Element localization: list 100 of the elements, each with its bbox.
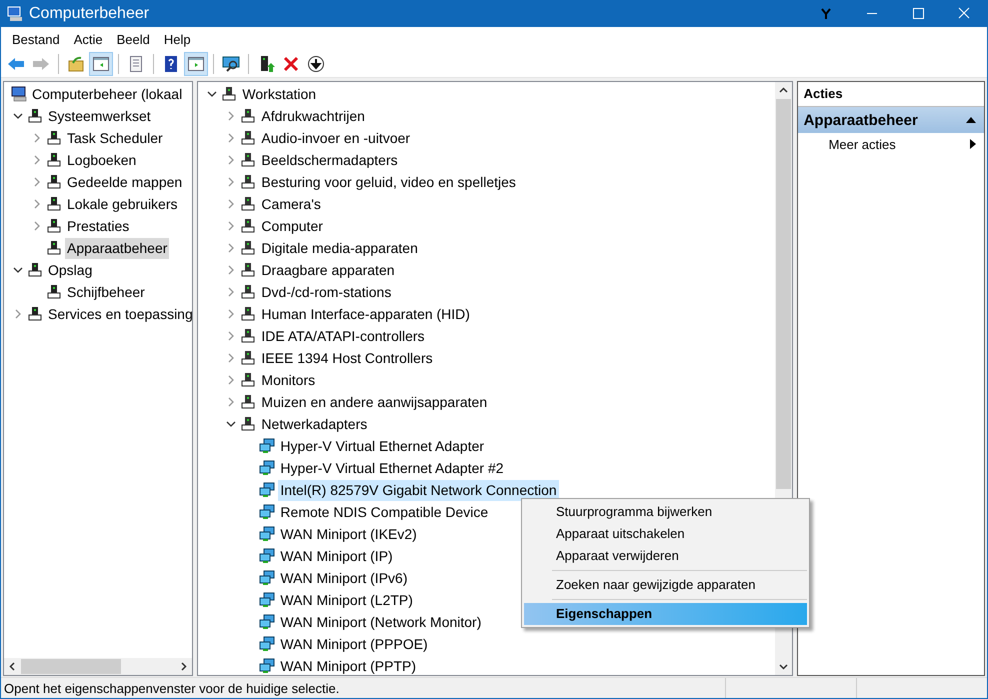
network-icon [259, 482, 276, 498]
collapse-arrow-icon[interactable] [966, 117, 976, 123]
tree-item[interactable]: Systeemwerkset [46, 106, 153, 126]
tree-item[interactable]: WAN Miniport (PPPOE) [278, 634, 430, 654]
window-panel-icon [187, 55, 205, 73]
tree-item[interactable]: Schijfbeheer [65, 282, 147, 302]
tree-item[interactable]: Computer [259, 216, 325, 236]
device-icon [240, 306, 256, 322]
device-icon [221, 86, 238, 102]
tree-item[interactable]: Computerbeheer (lokaal [30, 84, 184, 104]
tree-item[interactable]: WAN Miniport (IPv6) [278, 568, 410, 588]
console-tree-button[interactable] [89, 52, 113, 76]
tree-item[interactable]: Audio-invoer en -uitvoer [259, 128, 412, 148]
device-icon [240, 284, 256, 300]
device-icon [240, 262, 256, 278]
tree-item[interactable]: Hyper-V Virtual Ethernet Adapter [278, 436, 486, 456]
section-title: Apparaatbeheer [804, 112, 918, 128]
tree-item[interactable]: Opslag [46, 260, 94, 280]
tree-item[interactable]: WAN Miniport (L2TP) [278, 590, 415, 610]
device-icon [240, 394, 256, 410]
tree-item[interactable]: Task Scheduler [65, 128, 165, 148]
tree-item[interactable]: Workstation [240, 84, 318, 104]
device-icon [240, 218, 256, 234]
menu-item[interactable]: Stuurprogramma bijwerken [524, 501, 807, 523]
menu-item[interactable]: Help [156, 32, 198, 46]
tree-item[interactable]: Prestaties [65, 216, 132, 236]
magnifier-icon [222, 55, 240, 73]
device-icon [46, 284, 62, 300]
horizontal-scrollbar[interactable] [4, 658, 192, 675]
device-icon [27, 108, 43, 124]
network-icon [259, 570, 276, 586]
device-icon [46, 174, 62, 190]
device-icon [46, 218, 62, 234]
device-icon [46, 240, 62, 256]
tree-item[interactable]: Camera's [259, 194, 323, 214]
computer-icon [11, 86, 27, 102]
menu-item[interactable]: Zoeken naar gewijzigde apparaten [524, 574, 807, 596]
tree-item[interactable]: Apparaatbeheer [65, 238, 170, 258]
device-icon [27, 262, 43, 278]
tree-item[interactable]: Intel(R) 82579V Gigabit Network Connection [278, 480, 559, 500]
device-icon [240, 174, 256, 190]
device-icon [240, 328, 256, 344]
right-arrow-icon [32, 55, 50, 73]
device-icon [46, 152, 62, 168]
tree-item[interactable]: Netwerkadapters [259, 414, 370, 434]
tree-item[interactable]: WAN Miniport (IP) [278, 546, 395, 566]
tree-item[interactable]: Muizen en andere aanwijsapparaten [259, 392, 490, 412]
action-link[interactable]: Meer acties [828, 136, 896, 152]
tree-item[interactable]: Besturing voor geluid, video en spelletjes [259, 172, 518, 192]
device-icon [240, 130, 256, 146]
device-icon [240, 240, 256, 256]
computer-icon [7, 6, 23, 22]
network-icon [259, 592, 276, 608]
tree-item[interactable]: Hyper-V Virtual Ethernet Adapter #2 [278, 458, 506, 478]
tree-item[interactable]: WAN Miniport (Network Monitor) [278, 612, 484, 632]
left-arrow-icon [7, 55, 25, 73]
help-icon [162, 55, 180, 73]
menu-item[interactable]: Eigenschappen [524, 603, 807, 625]
tree-item[interactable]: Gedeelde mappen [65, 172, 184, 192]
device-icon [240, 196, 256, 212]
tree-item[interactable]: Monitors [259, 370, 318, 390]
tree-item[interactable]: Services en toepassing [46, 304, 192, 324]
tree-item[interactable]: Dvd-/cd-rom-stations [259, 282, 394, 302]
device-icon [240, 108, 256, 124]
menu-item[interactable]: Apparaat verwijderen [524, 545, 807, 567]
tree-item[interactable]: Beeldschermadapters [259, 150, 400, 170]
menu-item[interactable]: Bestand [5, 32, 67, 46]
device-icon [46, 196, 62, 212]
action-pane-button[interactable] [184, 52, 208, 76]
menu-item[interactable]: Actie [66, 32, 110, 46]
menu-item[interactable]: Beeld [110, 32, 157, 46]
device-icon [240, 416, 256, 432]
tree-item[interactable]: Afdrukwachtrijen [259, 106, 367, 126]
tree-item[interactable]: WAN Miniport (PPTP) [278, 656, 418, 675]
network-icon [259, 614, 276, 630]
document-icon [127, 55, 145, 73]
window-title: Computerbeheer [29, 4, 150, 22]
tree-item[interactable]: WAN Miniport (IKEv2) [278, 524, 419, 544]
delete-icon [282, 55, 300, 73]
tree-item[interactable]: Human Interface-apparaten (HID) [259, 304, 472, 324]
device-icon [46, 130, 62, 146]
device-icon [27, 306, 43, 322]
status-text: Opent het eigenschappenvenster voor de huidige selectie. [3, 680, 340, 696]
network-icon [259, 438, 276, 454]
tree-item[interactable]: Remote NDIS Compatible Device [278, 502, 490, 522]
tree-item[interactable]: IDE ATA/ATAPI-controllers [259, 326, 427, 346]
tree-item[interactable]: IEEE 1394 Host Controllers [259, 348, 435, 368]
folder-icon [67, 55, 85, 73]
device-icon [240, 152, 256, 168]
tree-item[interactable]: Logboeken [65, 150, 138, 170]
window-panel-icon [92, 55, 110, 73]
network-icon [259, 636, 276, 652]
device-icon [240, 372, 256, 388]
section-header[interactable]: Apparaatbeheer [798, 107, 984, 133]
network-icon [259, 460, 276, 476]
tree-item[interactable]: Lokale gebruikers [65, 194, 180, 214]
menu-item[interactable]: Apparaat uitschakelen [524, 523, 807, 545]
tree-item[interactable]: Draagbare apparaten [259, 260, 397, 280]
device-icon [240, 350, 256, 366]
tree-item[interactable]: Digitale media-apparaten [259, 238, 420, 258]
